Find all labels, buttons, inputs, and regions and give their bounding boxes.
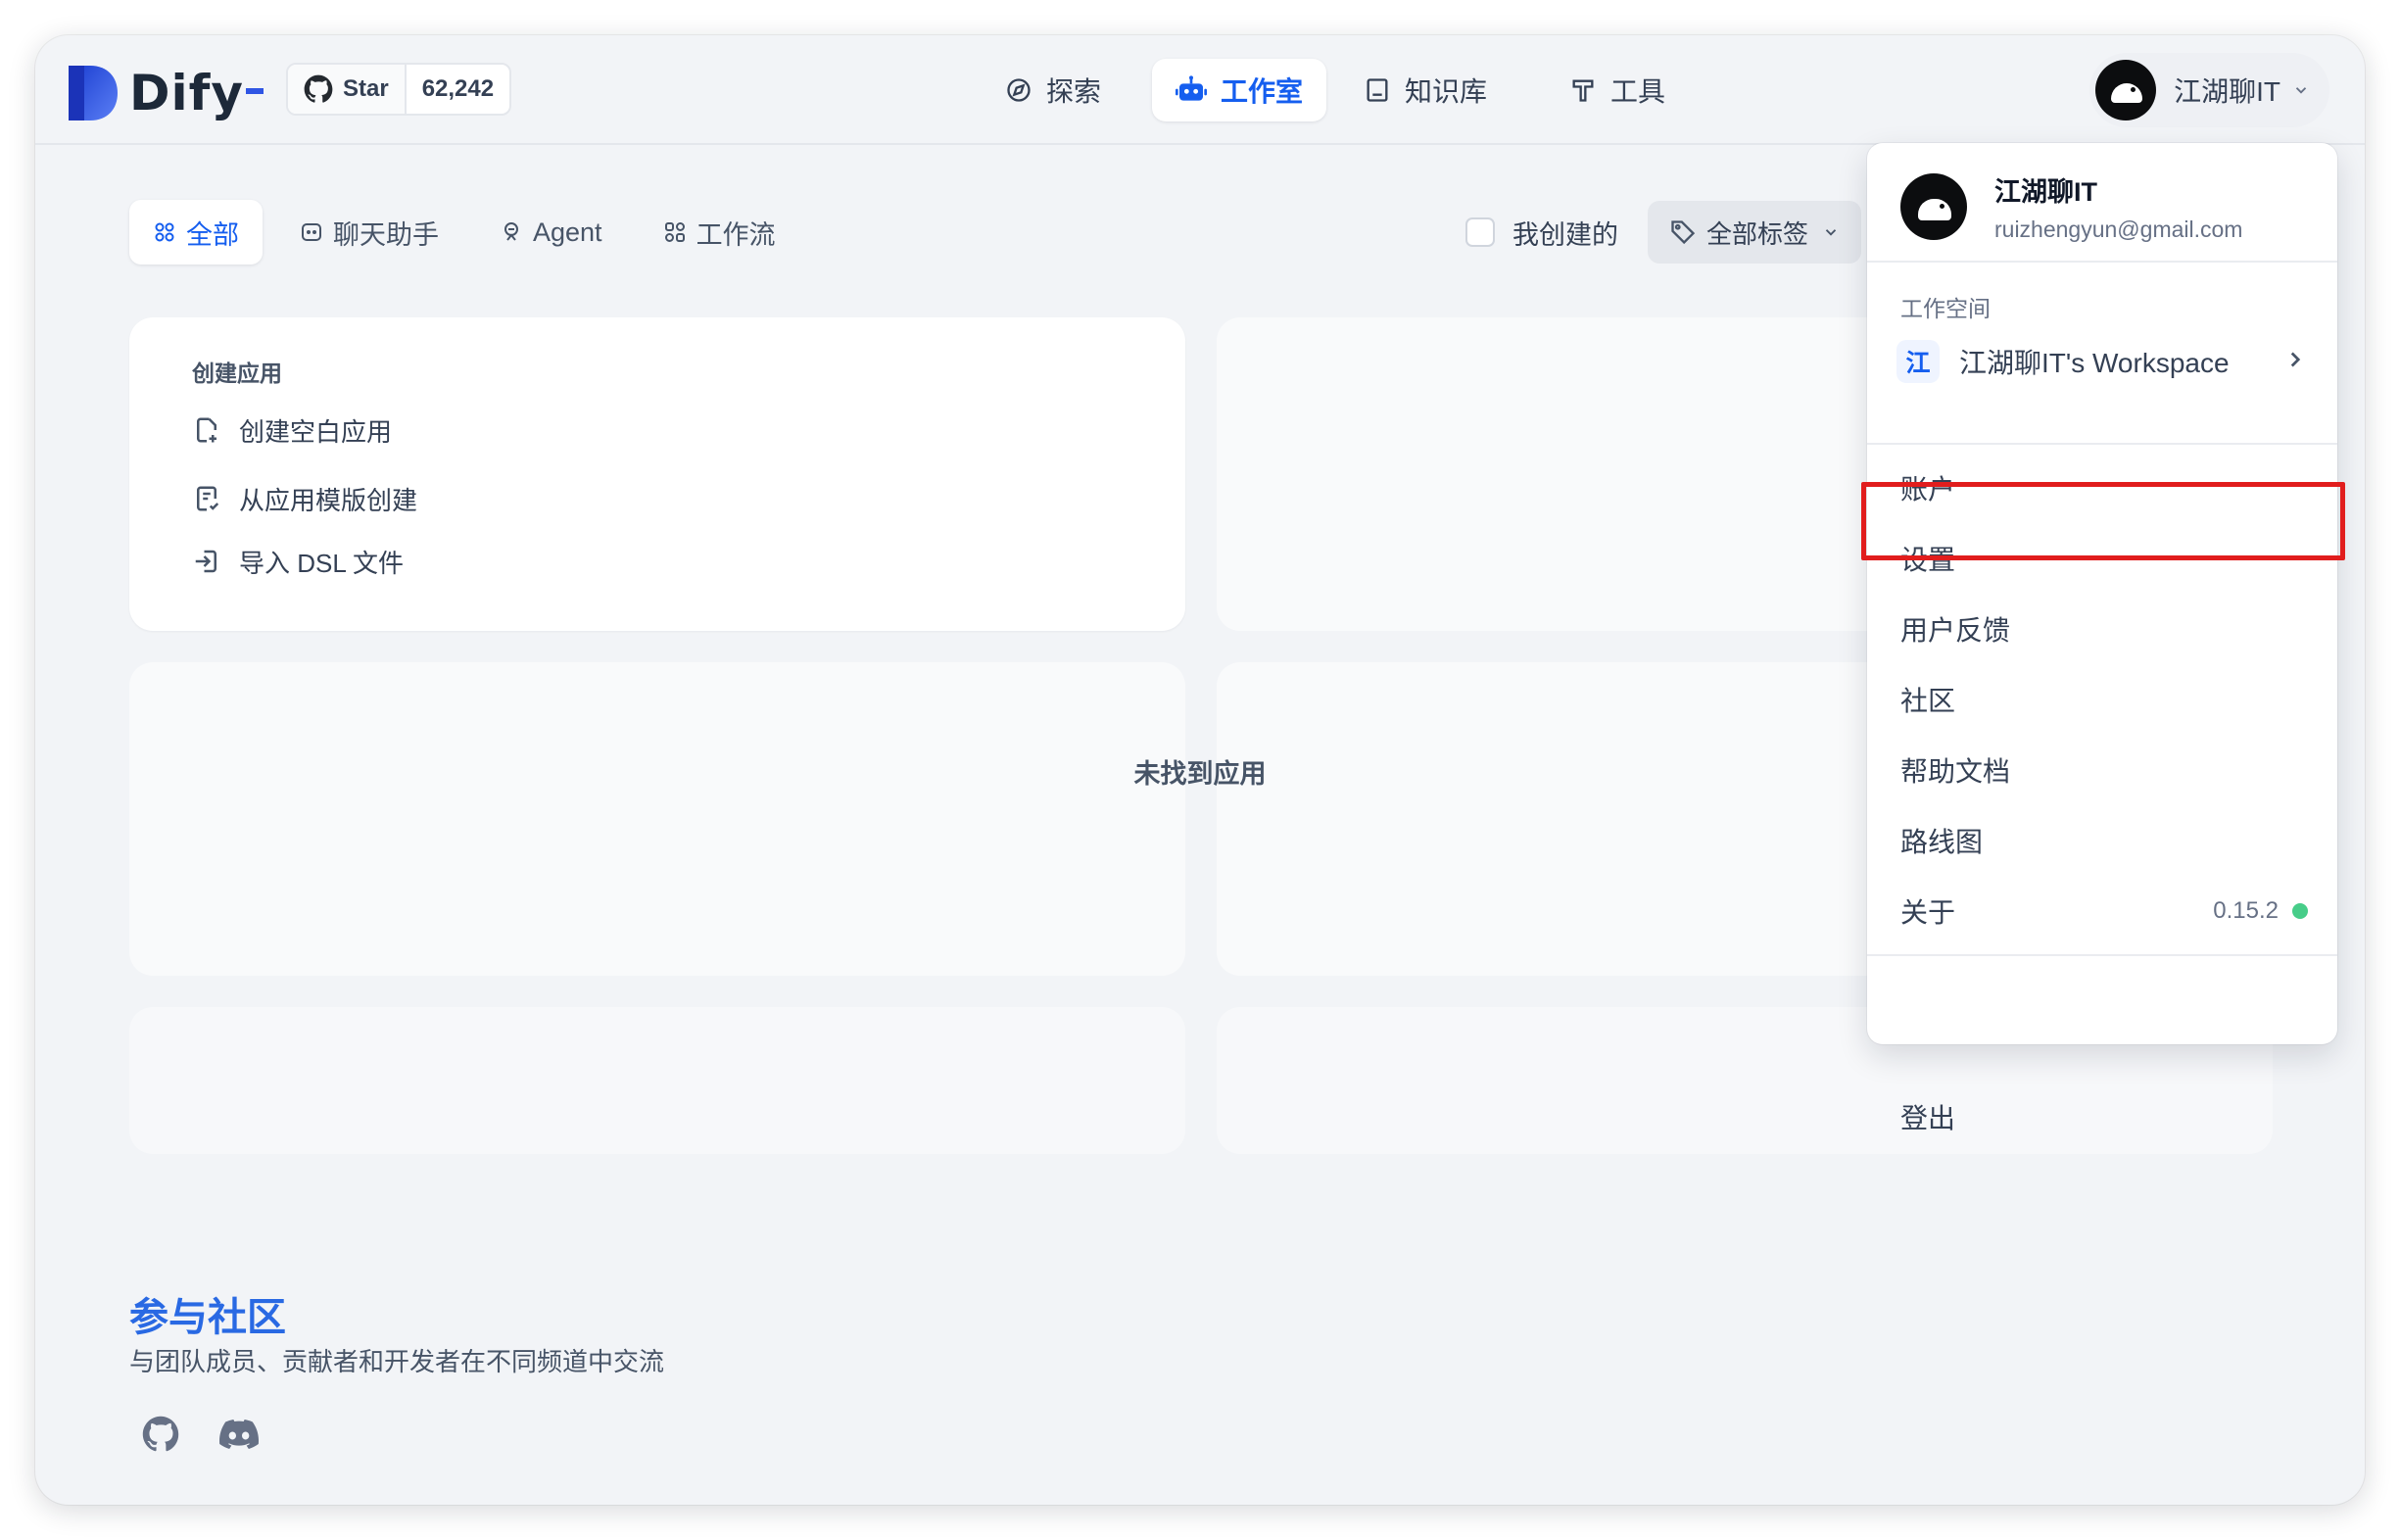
community-subtitle: 与团队成员、贡献者和开发者在不同频道中交流 xyxy=(129,1347,665,1376)
nav-studio[interactable]: 工作室 xyxy=(1152,59,1327,121)
create-app-card: 创建应用 创建空白应用 从应用模版创建 导入 DSL 文件 xyxy=(129,317,1185,631)
created-by-me-label[interactable]: 我创建的 xyxy=(1512,214,1618,252)
nav-tools[interactable]: 工具 xyxy=(1546,59,1689,121)
settings-highlight-box xyxy=(1861,482,2345,560)
menu-item-community[interactable]: 社区 xyxy=(1900,672,2308,727)
divider xyxy=(1867,261,2337,263)
menu-item-about[interactable]: 关于 0.15.2 xyxy=(1900,884,2308,938)
github-icon xyxy=(142,1416,179,1452)
workspace-selector[interactable]: 江 江湖聊IT's Workspace xyxy=(1896,335,2308,388)
github-link[interactable] xyxy=(133,1407,188,1462)
discord-link[interactable] xyxy=(212,1407,266,1462)
status-dot xyxy=(2292,903,2308,919)
new-file-icon xyxy=(197,417,216,443)
avatar xyxy=(1900,173,1967,240)
tab-agent[interactable]: Agent xyxy=(476,200,626,265)
top-header: Dify Star 62,242 探索 工作室 知识库 工具 江湖聊IT xyxy=(35,35,2365,145)
placeholder-card xyxy=(129,1007,1185,1154)
nav-label: 工作室 xyxy=(1221,76,1304,107)
create-item-label: 创建空白应用 xyxy=(239,416,393,447)
robot-icon xyxy=(1176,75,1207,101)
tab-chat-assistant[interactable]: 聊天助手 xyxy=(276,200,462,265)
user-name: 江湖聊IT xyxy=(2174,76,2280,107)
user-dropdown-menu: 江湖聊IT ruizhengyun@gmail.com 工作空间 江 江湖聊IT… xyxy=(1867,143,2337,1044)
menu-item-help-docs[interactable]: 帮助文档 xyxy=(1900,743,2308,797)
workflow-icon xyxy=(664,222,685,242)
create-blank-app-button[interactable]: 创建空白应用 xyxy=(192,406,392,455)
user-menu-button[interactable]: 江湖聊IT xyxy=(2089,53,2329,127)
tab-workflow[interactable]: 工作流 xyxy=(640,200,799,265)
tab-label: 工作流 xyxy=(696,219,776,250)
tag-filter-select[interactable]: 全部标签 xyxy=(1648,201,1862,264)
created-by-me-checkbox[interactable] xyxy=(1465,217,1495,247)
chevron-down-icon xyxy=(2295,87,2307,94)
workspace-badge: 江 xyxy=(1896,340,1940,383)
create-item-label: 从应用模版创建 xyxy=(239,485,418,515)
dropdown-user-name: 江湖聊IT xyxy=(1994,177,2097,207)
dropdown-user-info: 江湖聊IT ruizhengyun@gmail.com xyxy=(1900,170,2242,243)
hammer-icon xyxy=(1572,79,1594,102)
workspace-name: 江湖聊IT's Workspace xyxy=(1959,348,2230,378)
menu-item-label: 登出 xyxy=(1900,1103,1956,1133)
dropdown-user-email: ruizhengyun@gmail.com xyxy=(1994,217,2243,242)
avatar xyxy=(2095,60,2157,120)
import-icon xyxy=(195,550,216,573)
chat-icon xyxy=(302,223,321,241)
import-dsl-button[interactable]: 导入 DSL 文件 xyxy=(192,537,404,586)
create-item-label: 导入 DSL 文件 xyxy=(239,548,405,578)
tab-label: Agent xyxy=(533,217,602,247)
nav-label: 探索 xyxy=(1046,76,1102,107)
create-app-title: 创建应用 xyxy=(192,361,282,386)
menu-item-label: 帮助文档 xyxy=(1900,756,2011,787)
explore-icon xyxy=(1007,78,1031,102)
menu-item-feedback[interactable]: 用户反馈 xyxy=(1900,602,2308,656)
version-text: 0.15.2 xyxy=(2213,897,2279,924)
tab-label: 聊天助手 xyxy=(333,219,439,250)
app-window: Dify Star 62,242 探索 工作室 知识库 工具 江湖聊IT 全部 … xyxy=(35,35,2365,1505)
menu-item-label: 关于 xyxy=(1900,897,1956,928)
chevron-down-icon xyxy=(1825,229,1837,236)
menu-item-roadmap[interactable]: 路线图 xyxy=(1900,813,2308,868)
community-title: 参与社区 xyxy=(129,1296,286,1339)
nav-label: 知识库 xyxy=(1405,76,1488,107)
discord-icon xyxy=(219,1420,259,1449)
menu-item-label: 用户反馈 xyxy=(1900,615,2011,646)
nav-explore[interactable]: 探索 xyxy=(982,59,1125,121)
chevron-right-icon xyxy=(2290,352,2301,367)
menu-item-label: 社区 xyxy=(1900,686,1956,716)
menu-item-label: 路线图 xyxy=(1900,827,1984,857)
divider xyxy=(1867,443,2337,445)
app-type-tabs: 全部 聊天助手 Agent 工作流 xyxy=(129,200,799,265)
tag-icon xyxy=(1671,220,1696,245)
tab-all[interactable]: 全部 xyxy=(129,200,263,265)
tag-filter-label: 全部标签 xyxy=(1706,218,1809,249)
agent-icon xyxy=(504,222,518,241)
template-icon xyxy=(197,486,219,511)
grid-icon xyxy=(155,222,174,242)
workspace-label: 工作空间 xyxy=(1900,296,1991,321)
menu-item-logout[interactable]: 登出 xyxy=(1900,1089,2312,1144)
divider xyxy=(1867,954,2337,956)
placeholder-card xyxy=(129,662,1185,976)
app-filters: 我创建的 全部标签 xyxy=(1465,200,1862,265)
book-icon xyxy=(1367,78,1388,102)
nav-knowledge[interactable]: 知识库 xyxy=(1340,59,1511,121)
main-nav: 探索 工作室 知识库 工具 xyxy=(35,59,2365,121)
nav-label: 工具 xyxy=(1610,76,1666,107)
create-from-template-button[interactable]: 从应用模版创建 xyxy=(192,474,417,523)
tab-label: 全部 xyxy=(186,219,239,250)
